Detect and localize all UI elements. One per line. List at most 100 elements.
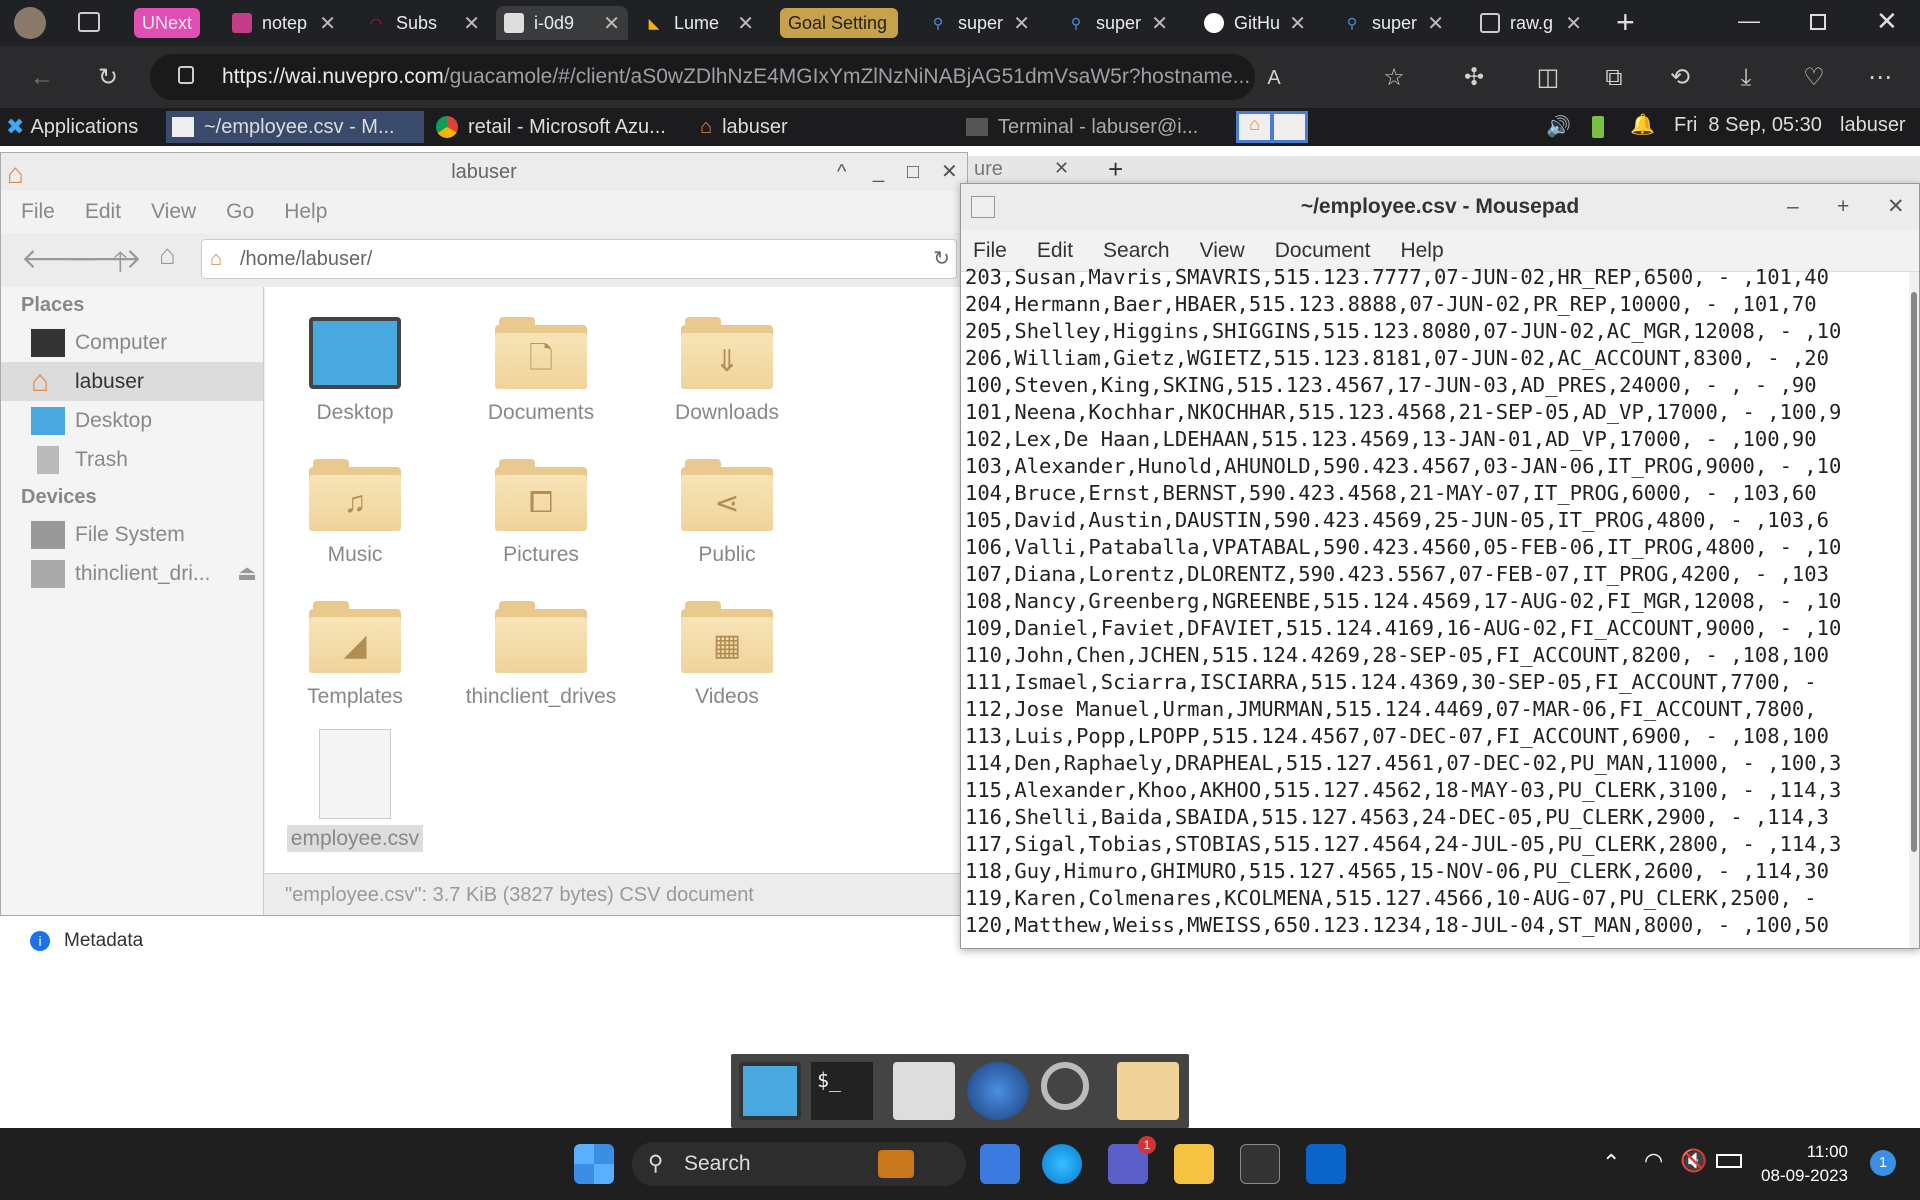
chevron-up-icon[interactable]: ⌃ <box>1602 1150 1620 1176</box>
text-line[interactable]: 108,Nancy,Greenberg,NGREENBE,515.124.456… <box>961 588 1909 615</box>
history-icon[interactable]: ⟲ <box>1666 64 1694 92</box>
wifi-icon[interactable]: ◠ <box>1644 1148 1663 1174</box>
menu-file[interactable]: File <box>973 239 1007 263</box>
menu-edit[interactable]: Edit <box>1037 239 1073 263</box>
profile-avatar[interactable] <box>14 7 46 39</box>
restore-icon[interactable] <box>1810 14 1826 30</box>
sidebar-item-thinclient[interactable]: thinclient_dri... ⏏ <box>1 554 263 593</box>
eject-icon[interactable]: ⏏ <box>237 554 257 593</box>
file-item-thinclient-drives[interactable]: thinclient_drives <box>451 601 631 709</box>
collections-icon[interactable]: ⧉ <box>1600 64 1628 92</box>
split-screen-icon[interactable]: ◫ <box>1534 64 1562 92</box>
close-tab-icon[interactable]: ✕ <box>1283 11 1306 36</box>
panel-task-mousepad[interactable]: ~/employee.csv - M... <box>166 111 424 143</box>
sidebar-item-labuser[interactable]: ⌂ labuser <box>1 362 263 401</box>
bell-icon[interactable]: 🔔 <box>1630 112 1655 137</box>
file-item-public[interactable]: ⋖ Public <box>637 459 817 567</box>
file-item-desktop[interactable]: Desktop <box>265 317 445 425</box>
close-tab-icon[interactable]: ✕ <box>1559 11 1582 36</box>
text-line[interactable]: 204,Hermann,Baer,HBAER,515.123.8888,07-J… <box>961 291 1909 318</box>
file-item-pictures[interactable]: ⧠ Pictures <box>451 459 631 567</box>
show-desktop-icon[interactable] <box>739 1062 801 1120</box>
text-line[interactable]: 102,Lex,De Haan,LDEHAAN,515.123.4569,13-… <box>961 426 1909 453</box>
web-browser-icon[interactable] <box>967 1062 1029 1120</box>
text-line[interactable]: 105,David,Austin,DAUSTIN,590.423.4569,25… <box>961 507 1909 534</box>
forward-arrow-icon[interactable]: 🡒 <box>67 241 142 275</box>
tab-github[interactable]: GitHu ✕ <box>1196 6 1314 40</box>
minimize-icon[interactable]: _ <box>873 153 884 191</box>
workspace-switcher[interactable]: ⌂ <box>1236 111 1308 143</box>
menu-help[interactable]: Help <box>284 200 327 224</box>
location-bar[interactable]: ⌂ /home/labuser/ ↻ <box>201 239 957 279</box>
panel-task-terminal[interactable]: Terminal - labuser@i... <box>960 111 1222 143</box>
home-folder-icon[interactable] <box>893 1062 955 1120</box>
file-item-templates[interactable]: ◢ Templates <box>265 601 445 709</box>
windows-start-icon[interactable] <box>574 1144 614 1184</box>
url-field[interactable]: https://wai.nuvepro.com/guacamole/#/clie… <box>150 54 1255 100</box>
file-item-videos[interactable]: ▦ Videos <box>637 601 817 709</box>
favorite-star-icon[interactable]: ☆ <box>1380 64 1408 92</box>
outlook-icon[interactable] <box>1306 1144 1346 1184</box>
shade-icon[interactable]: ^ <box>837 153 846 191</box>
tab-goal-setting[interactable]: Goal Setting <box>780 8 898 38</box>
file-explorer-icon[interactable] <box>1174 1144 1214 1184</box>
text-line[interactable]: 205,Shelley,Higgins,SHIGGINS,515.123.808… <box>961 318 1909 345</box>
text-line[interactable]: 206,William,Gietz,WGIETZ,515.123.8181,07… <box>961 345 1909 372</box>
sidebar-item-desktop[interactable]: Desktop <box>1 401 263 440</box>
text-line[interactable]: 116,Shelli,Baida,SBAIDA,515.127.4563,24-… <box>961 804 1909 831</box>
notepad-icon[interactable] <box>980 1144 1020 1184</box>
search-magnifier-icon[interactable] <box>1041 1062 1089 1110</box>
text-line[interactable]: 109,Daniel,Faviet,DFAVIET,515.124.4169,1… <box>961 615 1909 642</box>
applications-menu[interactable]: ✖ Applications <box>0 111 162 143</box>
menu-help[interactable]: Help <box>1400 239 1443 263</box>
minimize-icon[interactable]: — <box>1738 8 1760 34</box>
tab-subs[interactable]: ◠ Subs ✕ <box>358 6 488 40</box>
up-arrow-icon[interactable]: 🡑 <box>113 241 128 289</box>
tab-super-1[interactable]: ⚲ super ✕ <box>920 6 1038 40</box>
close-tab-icon[interactable]: ✕ <box>1145 11 1168 36</box>
close-tab-icon[interactable]: ✕ <box>457 11 480 36</box>
file-item-documents[interactable]: 🗋 Documents <box>451 317 631 425</box>
maximize-icon[interactable]: + <box>1837 184 1849 230</box>
notification-badge[interactable]: 1 <box>1870 1150 1896 1176</box>
menu-edit[interactable]: Edit <box>85 200 121 224</box>
terminal-icon[interactable]: $_ <box>811 1062 873 1120</box>
vertical-scrollbar[interactable] <box>1909 272 1919 948</box>
text-line[interactable]: 106,Valli,Pataballa,VPATABAL,590.423.456… <box>961 534 1909 561</box>
tab-super-2[interactable]: ⚲ super ✕ <box>1058 6 1176 40</box>
tab-guacamole-active[interactable]: i-0d9 ✕ <box>496 6 628 40</box>
edge-icon[interactable] <box>1042 1144 1082 1184</box>
back-icon[interactable]: ← <box>28 64 56 92</box>
text-line[interactable]: 120,Matthew,Weiss,MWEISS,650.123.1234,18… <box>961 912 1909 939</box>
background-tab-label[interactable]: ure <box>974 158 1003 181</box>
download-icon[interactable]: ⤓ <box>1732 64 1760 92</box>
sidebar-item-trash[interactable]: Trash <box>1 440 263 479</box>
volume-icon[interactable]: 🔊 <box>1546 114 1571 139</box>
text-line[interactable]: 103,Alexander,Hunold,AHUNOLD,590.423.456… <box>961 453 1909 480</box>
text-line[interactable]: 119,Karen,Colmenares,KCOLMENA,515.127.45… <box>961 885 1909 912</box>
panel-clock[interactable]: Fri 8 Sep, 05:30 <box>1674 114 1822 137</box>
text-editor-area[interactable]: 203,Susan,Mavris,SMAVRIS,515.123.7777,07… <box>961 264 1909 940</box>
new-tab-icon[interactable]: + <box>1616 4 1635 41</box>
metadata-link[interactable]: i Metadata <box>30 930 143 952</box>
menu-search[interactable]: Search <box>1103 239 1170 263</box>
tab-actions-icon[interactable] <box>78 12 100 32</box>
menu-document[interactable]: Document <box>1275 239 1371 263</box>
text-line[interactable]: 114,Den,Raphaely,DRAPHEAL,515.127.4561,0… <box>961 750 1909 777</box>
text-line[interactable]: 117,Sigal,Tobias,STOBIAS,515.127.4564,24… <box>961 831 1909 858</box>
text-line[interactable]: 111,Ismael,Sciarra,ISCIARRA,515.124.4369… <box>961 669 1909 696</box>
menu-go[interactable]: Go <box>226 200 254 224</box>
text-line[interactable]: 104,Bruce,Ernst,BERNST,590.423.4568,21-M… <box>961 480 1909 507</box>
text-line[interactable]: 110,John,Chen,JCHEN,515.124.4269,28-SEP-… <box>961 642 1909 669</box>
text-line[interactable]: 100,Steven,King,SKING,515.123.4567,17-JU… <box>961 372 1909 399</box>
text-line[interactable]: 113,Luis,Popp,LPOPP,515.124.4567,07-DEC-… <box>961 723 1909 750</box>
reload-icon[interactable]: ↻ <box>933 240 950 278</box>
text-line[interactable]: 107,Diana,Lorentz,DLORENTZ,590.423.5567,… <box>961 561 1909 588</box>
reading-icon[interactable]: A <box>1260 64 1288 92</box>
refresh-icon[interactable]: ↻ <box>94 64 122 92</box>
battery-icon[interactable] <box>1716 1154 1742 1168</box>
text-line[interactable]: 112,Jose Manuel,Urman,JMURMAN,515.124.44… <box>961 696 1909 723</box>
text-line[interactable]: 115,Alexander,Khoo,AKHOO,515.127.4562,18… <box>961 777 1909 804</box>
tab-lume[interactable]: ◣ Lume ✕ <box>636 6 762 40</box>
file-item-employee-csv[interactable]: employee.csv <box>265 729 445 852</box>
